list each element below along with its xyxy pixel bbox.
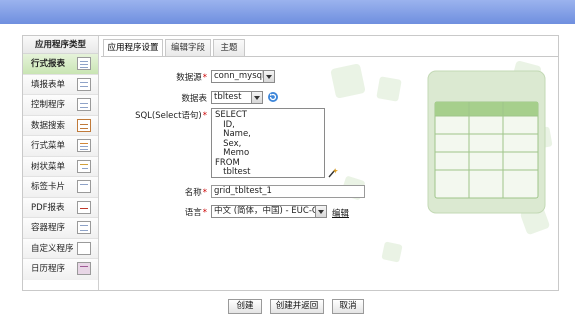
language-select[interactable]: 中文 (简体，中国) - EUC-CN bbox=[211, 205, 327, 218]
datatable-label: 数据表 bbox=[127, 92, 207, 104]
chevron-down-icon[interactable] bbox=[251, 92, 262, 103]
control-program-icon bbox=[77, 98, 91, 111]
name-input[interactable]: grid_tbltest_1 bbox=[211, 185, 365, 198]
cancel-button[interactable]: 取消 bbox=[332, 299, 364, 314]
custom-program-icon bbox=[77, 241, 91, 255]
create-button[interactable]: 创建 bbox=[228, 299, 262, 314]
top-banner bbox=[0, 0, 575, 24]
grid-illustration bbox=[330, 60, 553, 263]
sidebar-item-search-data[interactable]: 数据搜索 bbox=[23, 115, 98, 136]
sidebar-item-calendar[interactable]: 日历程序 bbox=[23, 259, 98, 280]
sidebar-item-tree-menu[interactable]: 树状菜单 bbox=[23, 156, 98, 177]
sidebar-item-label: 控制程序 bbox=[31, 100, 66, 110]
datasource-label-text: 数据源 bbox=[176, 73, 202, 83]
chevron-down-icon[interactable] bbox=[315, 206, 326, 217]
datatable-select[interactable]: tbltest bbox=[211, 91, 263, 104]
sidebar-item-tab-card[interactable]: 标签卡片 bbox=[23, 177, 98, 198]
app-type-sidebar: 应用程序类型 行式报表 填报表单 控制程序 数据搜索 行式菜单 树状菜单 标签卡… bbox=[23, 36, 99, 290]
language-value: 中文 (简体，中国) - EUC-CN bbox=[214, 206, 325, 216]
sidebar-item-container[interactable]: 容器程序 bbox=[23, 218, 98, 239]
container-icon bbox=[77, 221, 91, 234]
sidebar-item-label: 树状菜单 bbox=[31, 161, 66, 172]
language-label-text: 语言 bbox=[184, 208, 202, 218]
tab-theme[interactable]: 主题 bbox=[213, 39, 245, 56]
datasource-select[interactable]: conn_mysql bbox=[211, 70, 275, 83]
refresh-icon[interactable] bbox=[267, 91, 279, 103]
create-and-return-button[interactable]: 创建并返回 bbox=[270, 299, 324, 314]
search-data-icon bbox=[77, 118, 91, 132]
required-mark: * bbox=[202, 208, 207, 218]
datatable-label-text: 数据表 bbox=[181, 94, 207, 104]
sidebar-item-label: 行式报表 bbox=[31, 59, 66, 69]
sidebar-item-pdf-report[interactable]: PDF报表 bbox=[23, 197, 98, 218]
form-icon bbox=[77, 77, 91, 91]
sidebar-item-label: PDF报表 bbox=[31, 202, 65, 213]
row-menu-icon bbox=[77, 139, 91, 152]
sidebar-item-label: 日历程序 bbox=[31, 264, 66, 274]
edit-language-link[interactable]: 编辑 bbox=[332, 207, 349, 219]
sidebar-item-form[interactable]: 填报表单 bbox=[23, 74, 98, 95]
sql-label: SQL(Select语句)* bbox=[127, 109, 207, 121]
datatable-value: tbltest bbox=[214, 92, 242, 102]
tab-card-icon bbox=[77, 180, 91, 193]
calendar-icon bbox=[77, 262, 91, 275]
tab-content-border bbox=[101, 56, 558, 57]
tab-edit-fields[interactable]: 编辑字段 bbox=[165, 39, 211, 56]
sql-label-text: SQL(Select语句) bbox=[135, 111, 202, 121]
sql-wizard-icon[interactable] bbox=[327, 167, 339, 179]
datasource-label: 数据源* bbox=[127, 71, 207, 83]
sidebar-item-label: 标签卡片 bbox=[31, 182, 66, 192]
name-label: 名称* bbox=[127, 186, 207, 198]
sidebar-item-label: 自定义程序 bbox=[31, 243, 74, 254]
required-mark: * bbox=[202, 73, 207, 83]
tree-menu-icon bbox=[77, 159, 91, 173]
grid-report-icon bbox=[77, 57, 91, 70]
sidebar-item-label: 容器程序 bbox=[31, 223, 66, 233]
application-wizard-panel: 应用程序类型 行式报表 填报表单 控制程序 数据搜索 行式菜单 树状菜单 标签卡… bbox=[22, 35, 559, 291]
sidebar-item-row-menu[interactable]: 行式菜单 bbox=[23, 136, 98, 157]
name-label-text: 名称 bbox=[184, 188, 202, 198]
sidebar-item-label: 数据搜索 bbox=[31, 120, 66, 131]
sidebar-item-custom-program[interactable]: 自定义程序 bbox=[23, 238, 98, 259]
language-label: 语言* bbox=[127, 206, 207, 218]
required-mark: * bbox=[202, 111, 207, 121]
required-mark: * bbox=[202, 188, 207, 198]
sidebar-item-label: 行式菜单 bbox=[31, 141, 66, 151]
datasource-value: conn_mysql bbox=[214, 71, 265, 81]
tab-app-settings[interactable]: 应用程序设置 bbox=[103, 39, 163, 57]
pdf-report-icon bbox=[77, 200, 91, 214]
sidebar-item-label: 填报表单 bbox=[31, 79, 66, 90]
sidebar-title: 应用程序类型 bbox=[23, 36, 98, 54]
sidebar-item-grid-report[interactable]: 行式报表 bbox=[23, 54, 98, 75]
sql-textarea[interactable]: SELECT ID, Name, Sex, Memo FROM tbltest bbox=[211, 108, 325, 178]
sidebar-item-control-program[interactable]: 控制程序 bbox=[23, 95, 98, 116]
chevron-down-icon[interactable] bbox=[263, 71, 274, 82]
